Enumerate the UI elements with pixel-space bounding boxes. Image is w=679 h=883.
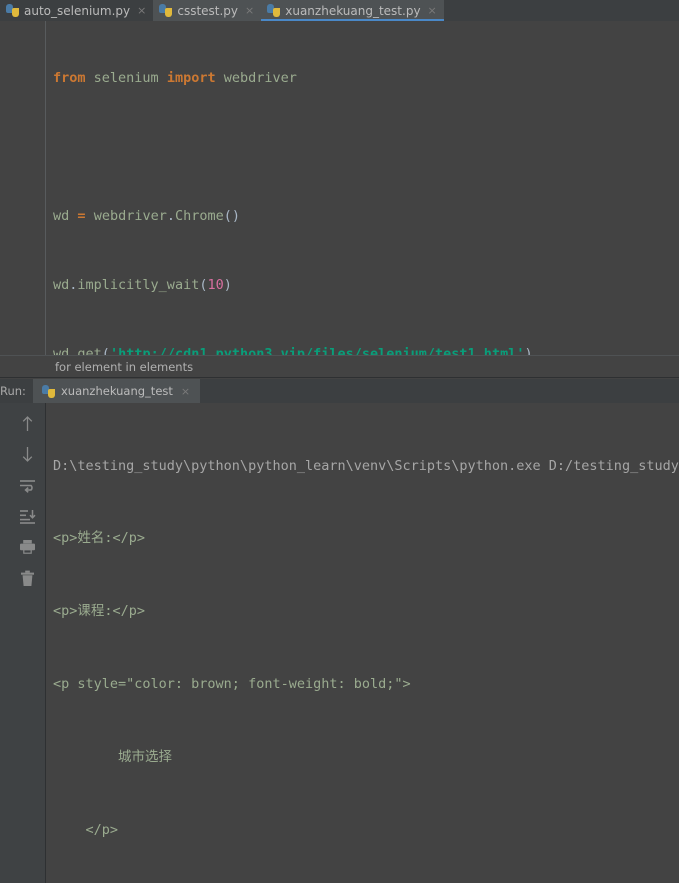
run-panel-label: Run:	[0, 384, 26, 398]
close-icon[interactable]: ×	[428, 5, 437, 16]
breadcrumb-label: for element in elements	[55, 359, 194, 374]
console-line: D:\testing_study\python\python_learn\ven…	[53, 457, 679, 474]
console-line: <p>姓名:</p>	[53, 530, 146, 547]
code-content[interactable]: from selenium import webdriver wd = webd…	[47, 21, 679, 355]
console-line: 城市选择	[53, 749, 173, 766]
code-line: wd.get('http://cdn1.python3.vip/files/se…	[53, 346, 533, 355]
breadcrumb[interactable]: for element in elements	[0, 355, 679, 378]
tool-window-left-strip	[0, 403, 9, 883]
close-icon[interactable]: ×	[137, 5, 146, 16]
python-run-icon	[42, 384, 55, 398]
close-icon[interactable]: ×	[181, 386, 190, 397]
run-configuration-tab[interactable]: xuanzhekuang_test ×	[33, 379, 201, 403]
down-arrow-icon[interactable]	[16, 443, 38, 465]
editor-tab-label: csstest.py	[177, 3, 239, 18]
trash-icon[interactable]	[16, 567, 38, 589]
console-line: <p>课程:</p>	[53, 603, 146, 620]
editor-tab-label: xuanzhekuang_test.py	[285, 3, 421, 18]
console-line: <p style="color: brown; font-weight: bol…	[53, 676, 411, 693]
editor-tab-xuanzhekuang-test[interactable]: xuanzhekuang_test.py ×	[261, 0, 444, 21]
run-tab-label: xuanzhekuang_test	[61, 384, 173, 398]
code-line: from selenium import webdriver	[53, 70, 297, 86]
scroll-to-end-icon[interactable]	[16, 505, 38, 527]
soft-wrap-icon[interactable]	[16, 474, 38, 496]
editor-gutter[interactable]	[0, 21, 46, 355]
console-line: </p>	[53, 822, 119, 839]
print-icon[interactable]	[16, 536, 38, 558]
python-file-icon	[6, 4, 19, 17]
run-panel-header: Run: xuanzhekuang_test ×	[0, 379, 679, 403]
close-icon[interactable]: ×	[245, 5, 254, 16]
editor-tab-label: auto_selenium.py	[24, 3, 131, 18]
code-line: wd.implicitly_wait(10)	[53, 277, 232, 293]
editor-tab-csstest[interactable]: csstest.py ×	[153, 0, 262, 21]
editor-tab-bar: auto_selenium.py × csstest.py × xuanzhek…	[0, 0, 679, 21]
editor-tab-auto-selenium[interactable]: auto_selenium.py ×	[0, 0, 154, 21]
code-line: wd = webdriver.Chrome()	[53, 208, 241, 224]
run-panel-toolbar	[9, 403, 46, 883]
run-console-output[interactable]: D:\testing_study\python\python_learn\ven…	[47, 403, 679, 883]
ide-window: auto_selenium.py × csstest.py × xuanzhek…	[0, 0, 679, 883]
rerun-up-arrow-icon[interactable]	[16, 412, 38, 434]
python-file-icon	[159, 4, 173, 17]
code-editor[interactable]: from selenium import webdriver wd = webd…	[0, 21, 679, 355]
python-file-icon	[267, 4, 281, 17]
